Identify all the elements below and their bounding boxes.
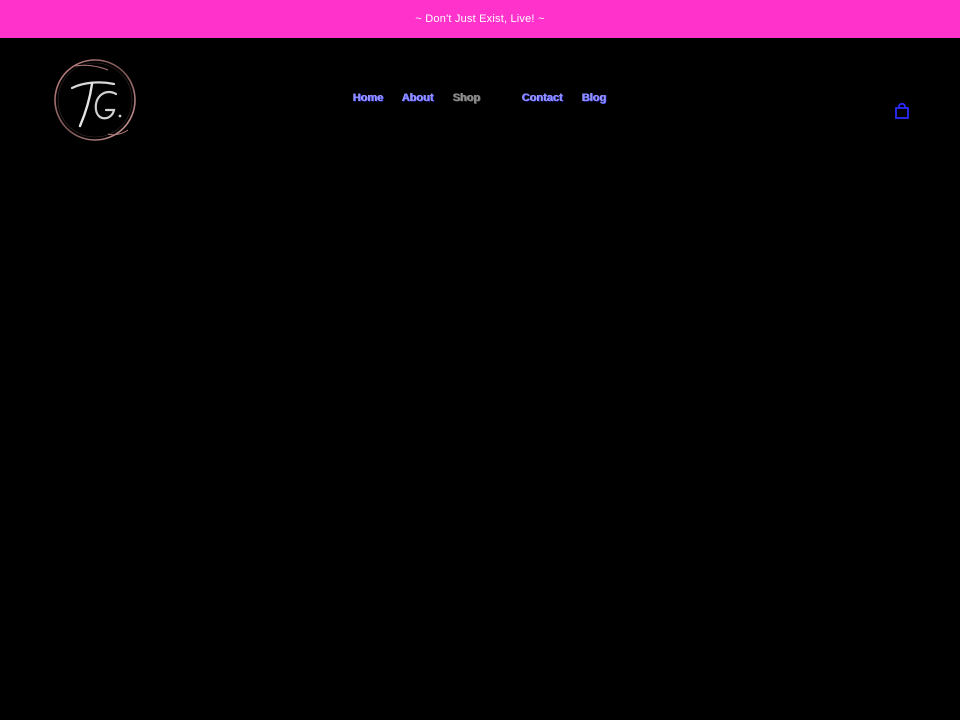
cart-button[interactable] <box>893 102 911 120</box>
announcement-text: ~ Don't Just Exist, Live! ~ <box>415 13 545 25</box>
announcement-bar: ~ Don't Just Exist, Live! ~ <box>0 0 960 38</box>
brand-logo-monogram-icon <box>54 59 136 141</box>
brand-logo[interactable] <box>50 54 140 144</box>
site-header: Home About Shop Contact Blog <box>0 38 960 158</box>
nav-home[interactable]: Home <box>353 92 384 104</box>
nav-shop[interactable]: Shop <box>453 92 481 104</box>
nav-about[interactable]: About <box>402 92 434 104</box>
nav-contact[interactable]: Contact <box>522 92 563 104</box>
shopping-bag-icon <box>895 102 909 119</box>
nav-blog[interactable]: Blog <box>582 92 606 104</box>
